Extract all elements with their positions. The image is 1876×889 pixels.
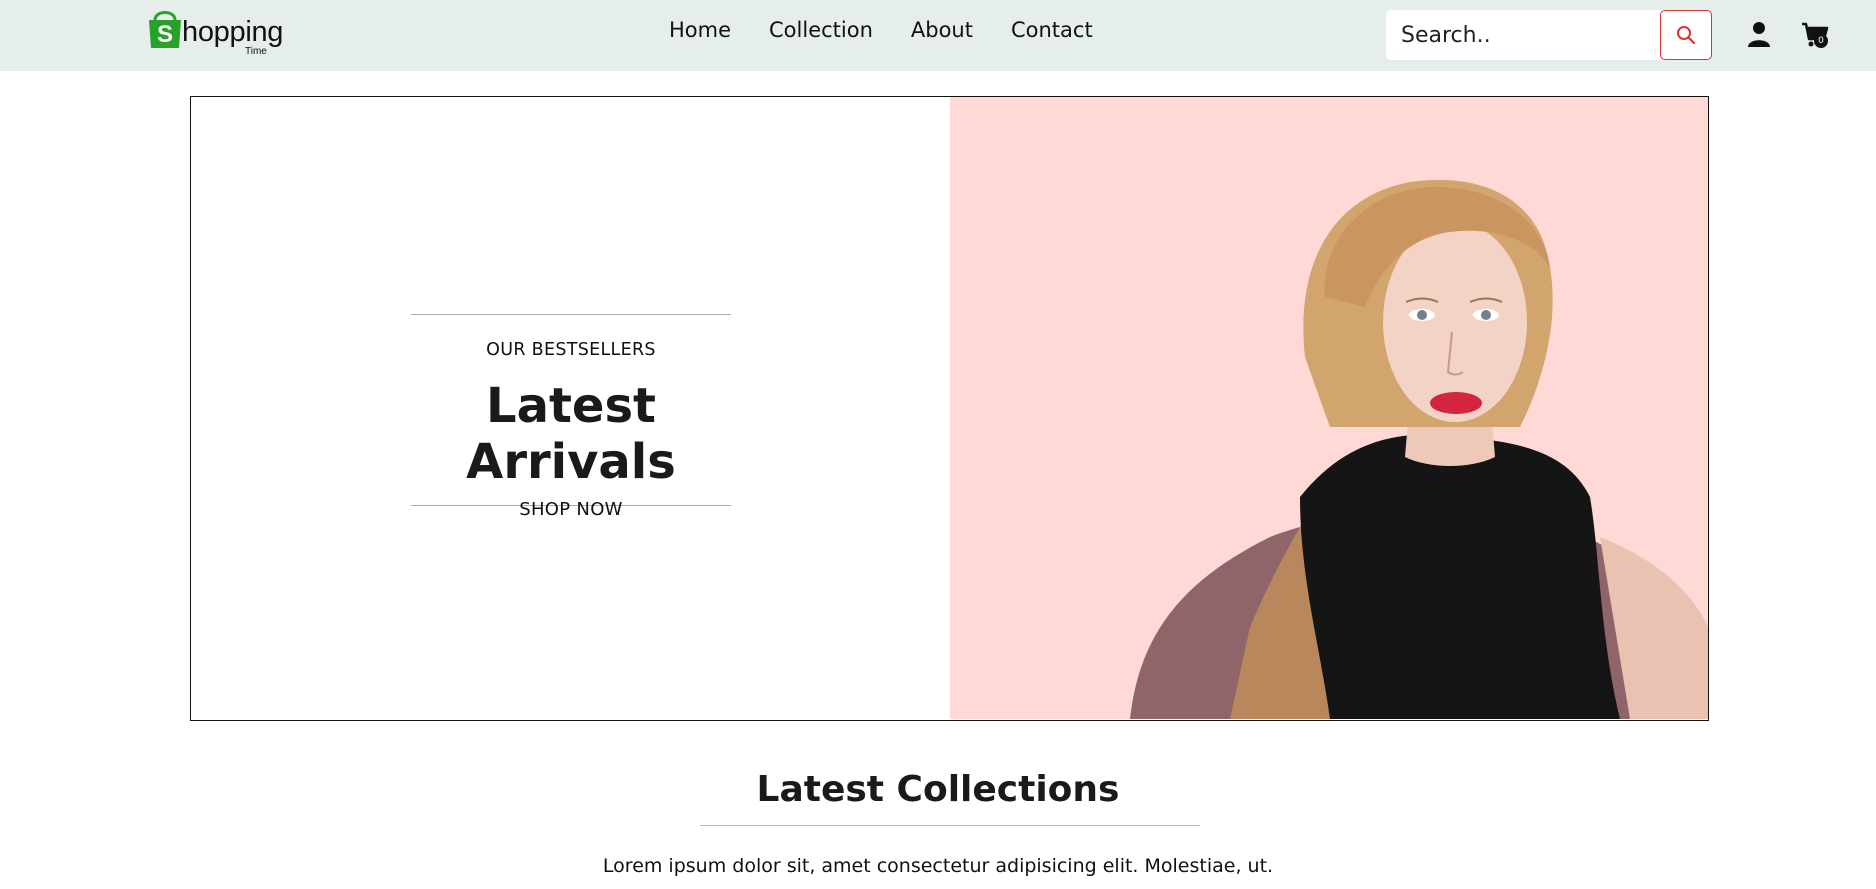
model-photo (1130, 179, 1708, 719)
latest-collections-title: Latest Collections (756, 769, 1120, 810)
hero-title: Latest Arrivals (466, 378, 676, 490)
section-divider (700, 825, 1200, 826)
logo-text: hopping (182, 16, 284, 48)
search-input[interactable] (1386, 10, 1660, 60)
hero-eyebrow: OUR BESTSELLERS (486, 340, 656, 360)
nav-about-link[interactable]: About (911, 16, 973, 44)
shop-now-link[interactable]: SHOP NOW (411, 499, 731, 520)
svg-text:S: S (157, 21, 173, 48)
shopping-logo[interactable]: S hopping Time (147, 8, 297, 60)
search-icon (1677, 26, 1696, 45)
search-box (1386, 10, 1712, 60)
search-button[interactable] (1660, 10, 1712, 60)
hero-banner: OUR BESTSELLERS Latest Arrivals SHOP NOW (190, 96, 1709, 721)
latest-collections-description: Lorem ipsum dolor sit, amet consectetur … (602, 855, 1274, 877)
hero-text-panel: OUR BESTSELLERS Latest Arrivals SHOP NOW (191, 97, 950, 719)
nav-collection-link[interactable]: Collection (769, 16, 873, 44)
nav-home-link[interactable]: Home (669, 16, 731, 44)
cart-count-badge: 0 (1814, 34, 1828, 48)
main-nav: Home Collection About Contact (669, 16, 1131, 44)
nav-contact-link[interactable]: Contact (1011, 16, 1093, 44)
site-header: S hopping Time Home Collection About Con… (0, 0, 1876, 71)
user-icon[interactable] (1747, 21, 1771, 47)
shopping-bag-icon: S (149, 11, 181, 48)
logo-subtext: Time (245, 46, 267, 57)
hero-image-panel (950, 97, 1708, 719)
hero-text-box: OUR BESTSELLERS Latest Arrivals SHOP NOW (411, 314, 731, 520)
